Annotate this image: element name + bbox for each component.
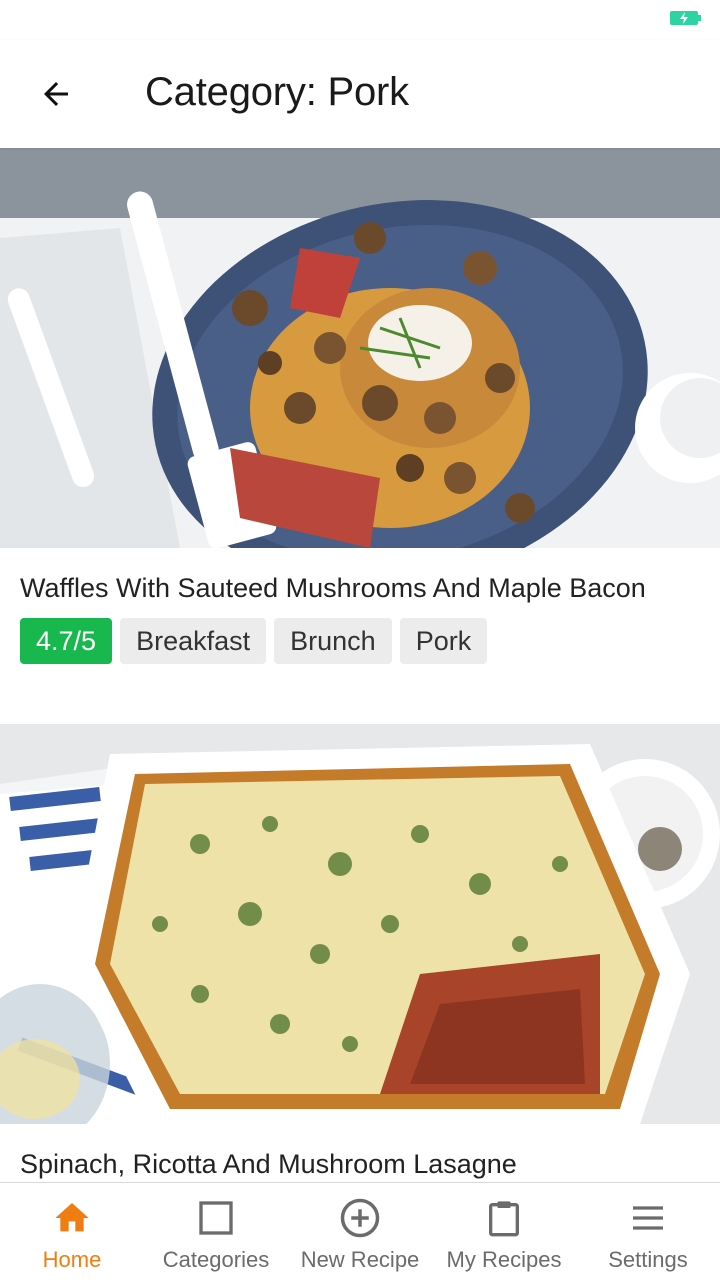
- nav-item-categories[interactable]: Categories: [144, 1183, 288, 1280]
- recipe-feed[interactable]: Waffles With Sauteed Mushrooms And Maple…: [0, 148, 720, 1182]
- nav-label: Categories: [162, 1247, 270, 1272]
- battery-charging-icon: [670, 11, 701, 25]
- nav-item-my-recipes[interactable]: My Recipes: [432, 1183, 576, 1280]
- recipe-title[interactable]: Waffles With Sauteed Mushrooms And Maple…: [0, 548, 720, 604]
- tag-chip[interactable]: Brunch: [274, 618, 392, 664]
- waffles-mushrooms-bacon-photo[interactable]: [0, 148, 720, 548]
- recipe-card[interactable]: Waffles With Sauteed Mushrooms And Maple…: [0, 148, 720, 724]
- nav-label: Home: [42, 1247, 102, 1272]
- bottom-navigation: Home Categories New Recipe My Recipes Se…: [0, 1182, 720, 1280]
- recipe-tags: 4.7/5 Breakfast Brunch Pork: [0, 604, 720, 664]
- nav-item-new-recipe[interactable]: New Recipe: [288, 1183, 432, 1280]
- nav-label: Settings: [608, 1247, 688, 1272]
- back-button[interactable]: [24, 62, 88, 126]
- rating-badge: 4.7/5: [20, 618, 113, 664]
- nav-item-home[interactable]: Home: [0, 1183, 144, 1280]
- nav-item-settings[interactable]: Settings: [576, 1183, 720, 1280]
- recipe-card[interactable]: Spinach, Ricotta And Mushroom Lasagne: [0, 724, 720, 1182]
- recipe-title[interactable]: Spinach, Ricotta And Mushroom Lasagne: [0, 1124, 720, 1180]
- nav-label: My Recipes: [446, 1247, 562, 1272]
- clipboard-icon: [489, 1201, 519, 1237]
- spinach-ricotta-lasagne-photo[interactable]: [0, 724, 720, 1124]
- arrow-left-icon: [44, 82, 68, 106]
- tag-chip[interactable]: Breakfast: [120, 618, 267, 664]
- menu-icon: [633, 1206, 663, 1230]
- home-icon: [55, 1203, 89, 1232]
- tag-chip[interactable]: Pork: [399, 618, 488, 664]
- square-icon: [199, 1201, 233, 1235]
- status-bar: [0, 0, 720, 40]
- app-bar: Category: Pork: [0, 40, 720, 148]
- plus-circle-icon: [340, 1198, 380, 1238]
- nav-label: New Recipe: [300, 1247, 420, 1272]
- page-title: Category: Pork: [145, 70, 409, 114]
